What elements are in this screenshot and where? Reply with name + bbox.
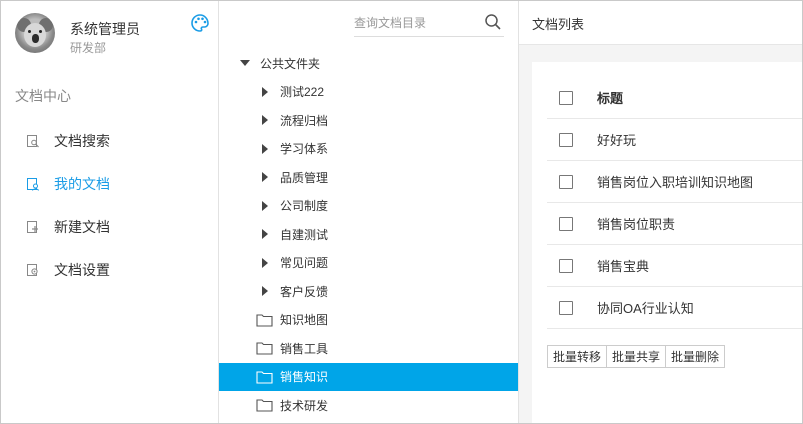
tree-node-label: 公共文件夹 — [260, 56, 321, 71]
sidebar-item-doc-search[interactable]: 文档搜索 — [1, 119, 218, 162]
document-table: 标题 好好玩 销售岗位入职培训知识地图 销售岗位职责 销售宝典 协同OA行业认知 — [547, 77, 802, 329]
select-all-checkbox[interactable] — [559, 91, 573, 105]
tree-node-label: 流程归档 — [280, 113, 329, 128]
document-title[interactable]: 销售宝典 — [597, 256, 649, 275]
caret-right-icon[interactable] — [262, 229, 268, 239]
table-row[interactable]: 销售宝典 — [547, 245, 802, 287]
tree-node-label: 品质管理 — [280, 170, 329, 185]
content-header: 文档列表 — [519, 1, 802, 45]
tree-node-label: 自建测试 — [280, 227, 329, 242]
folder-node-selected[interactable]: 销售知识 — [219, 362, 518, 391]
page-title: 文档列表 — [532, 17, 585, 32]
sidebar-item-label: 文档设置 — [54, 261, 110, 278]
tree-node-label: 常见问题 — [280, 256, 329, 271]
table-row[interactable]: 销售岗位职责 — [547, 203, 802, 245]
folder-label: 技术研发 — [280, 398, 329, 413]
batch-actions: 批量转移 批量共享 批量删除 — [547, 345, 726, 368]
tree-node-label: 学习体系 — [280, 142, 329, 157]
row-checkbox[interactable] — [559, 259, 573, 273]
tree-search — [354, 11, 504, 37]
user-name: 系统管理员 — [70, 21, 140, 37]
row-checkbox[interactable] — [559, 301, 573, 315]
column-header-title: 标题 — [597, 91, 624, 106]
tree-search-input[interactable] — [354, 11, 474, 35]
sidebar: 系统管理员 研发部 文档中心 文档搜索 我的文档 新建文档 文档设置 — [1, 1, 219, 423]
tree-node[interactable]: 学习体系 — [219, 135, 518, 164]
search-icon[interactable] — [484, 13, 502, 31]
tree-node[interactable]: 流程归档 — [219, 106, 518, 135]
caret-down-icon[interactable] — [240, 60, 250, 66]
document-list-pane: 文档列表 标题 好好玩 销售岗位入职培训知识地图 销售岗位职责 销售宝典 协同O… — [519, 1, 802, 423]
avatar[interactable] — [15, 13, 55, 53]
caret-right-icon[interactable] — [262, 143, 268, 154]
sidebar-item-doc-settings[interactable]: 文档设置 — [1, 248, 218, 291]
folder-label: 销售知识 — [280, 370, 329, 385]
table-row[interactable]: 协同OA行业认知 — [547, 287, 802, 329]
tree-node[interactable]: 公司制度 — [219, 192, 518, 221]
table-row[interactable]: 好好玩 — [547, 119, 802, 161]
folder-icon — [256, 313, 273, 327]
table-row[interactable]: 销售岗位入职培训知识地图 — [547, 161, 802, 203]
row-checkbox[interactable] — [559, 217, 573, 231]
palette-icon[interactable] — [190, 13, 210, 33]
sidebar-item-label: 我的文档 — [54, 175, 110, 192]
folder-node[interactable]: 销售工具 — [219, 334, 518, 363]
tree-node-public-folder[interactable]: 公共文件夹 — [219, 49, 518, 78]
caret-right-icon[interactable] — [262, 286, 268, 296]
new-doc-icon — [27, 220, 38, 233]
app-window: 系统管理员 研发部 文档中心 文档搜索 我的文档 新建文档 文档设置 查询文档目… — [0, 0, 803, 424]
folder-label: 销售工具 — [280, 341, 329, 356]
folder-node[interactable]: 知识地图 — [219, 306, 518, 335]
folder-label: 知识地图 — [280, 313, 329, 328]
document-title[interactable]: 协同OA行业认知 — [597, 298, 694, 317]
folder-tree: 公共文件夹 测试222 流程归档 学习体系 品质管理 公司制度 自建测试 常见问… — [219, 49, 518, 420]
tree-node-label: 公司制度 — [280, 199, 329, 214]
sidebar-item-my-docs[interactable]: 我的文档 — [1, 162, 218, 205]
tree-node-label: 客户反馈 — [280, 284, 329, 299]
tree-node[interactable]: 品质管理 — [219, 163, 518, 192]
caret-right-icon[interactable] — [262, 200, 268, 211]
document-title[interactable]: 销售岗位入职培训知识地图 — [597, 172, 753, 191]
tree-node[interactable]: 常见问题 — [219, 249, 518, 278]
sidebar-menu: 文档搜索 我的文档 新建文档 文档设置 — [1, 119, 218, 291]
tree-node[interactable]: 自建测试 — [219, 220, 518, 249]
doc-search-icon — [27, 134, 39, 147]
tree-node-label: 测试222 — [280, 85, 325, 100]
caret-right-icon[interactable] — [262, 172, 268, 182]
folder-tree-pane: 公共文件夹 测试222 流程归档 学习体系 品质管理 公司制度 — [219, 1, 519, 423]
sidebar-item-new-doc[interactable]: 新建文档 — [1, 205, 218, 248]
document-title[interactable]: 销售岗位职责 — [597, 214, 675, 233]
caret-right-icon[interactable] — [262, 86, 268, 97]
user-profile: 系统管理员 研发部 — [15, 13, 215, 57]
row-checkbox[interactable] — [559, 133, 573, 147]
batch-delete-button[interactable]: 批量删除 — [665, 345, 726, 368]
my-docs-icon — [27, 177, 39, 191]
folder-node[interactable]: 技术研发 — [219, 391, 518, 420]
user-department: 研发部 — [70, 41, 107, 55]
sidebar-item-label: 新建文档 — [54, 218, 110, 235]
folder-icon — [256, 399, 273, 412]
tree-node[interactable]: 测试222 — [219, 78, 518, 107]
caret-right-icon[interactable] — [262, 115, 268, 125]
folder-icon — [256, 342, 273, 355]
caret-right-icon[interactable] — [262, 257, 268, 268]
document-list-panel: 标题 好好玩 销售岗位入职培训知识地图 销售岗位职责 销售宝典 协同OA行业认知… — [532, 62, 802, 423]
batch-move-button[interactable]: 批量转移 — [547, 345, 608, 368]
doc-settings-icon — [27, 263, 38, 276]
folder-icon — [256, 370, 273, 384]
document-title[interactable]: 好好玩 — [597, 130, 636, 149]
section-title: 文档中心 — [15, 88, 71, 104]
sidebar-item-label: 文档搜索 — [54, 132, 110, 149]
batch-share-button[interactable]: 批量共享 — [606, 345, 667, 368]
row-checkbox[interactable] — [559, 175, 573, 189]
tree-node[interactable]: 客户反馈 — [219, 277, 518, 306]
table-header-row: 标题 — [547, 77, 802, 119]
